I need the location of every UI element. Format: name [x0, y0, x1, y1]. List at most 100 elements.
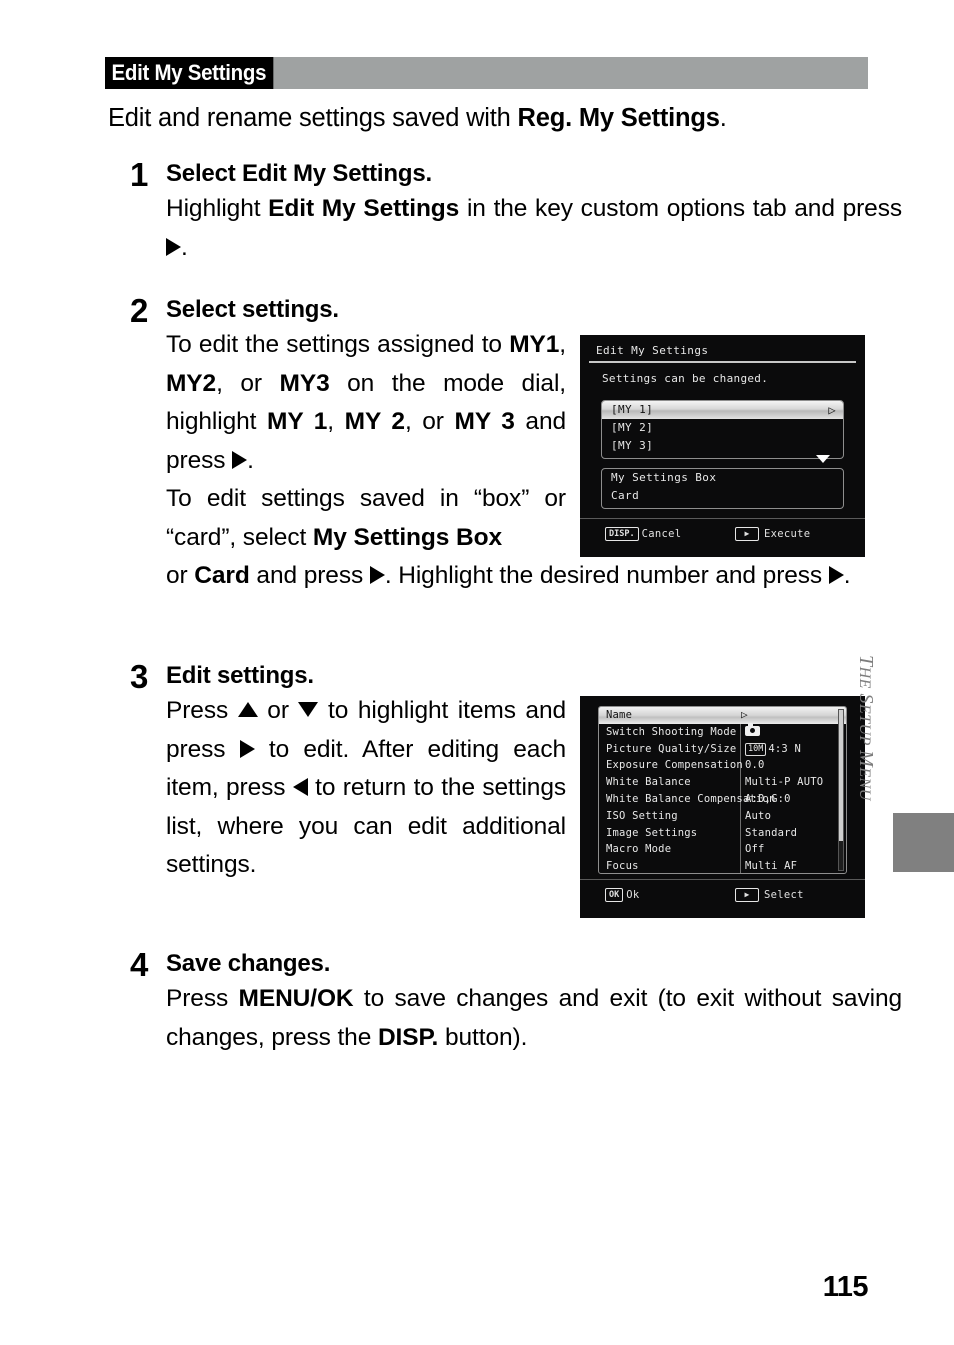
lcd1-my3-label: [MY 3]	[611, 439, 654, 452]
lcd2-row8-value: Off	[745, 843, 765, 856]
step-1-text: Highlight Edit My Settings in the key cu…	[166, 190, 902, 267]
lcd1-title-rule	[589, 361, 856, 363]
lcd2-row4-value: Multi-P AUTO	[745, 776, 824, 789]
step-1-text-c: in the key custom options tab and press	[459, 195, 902, 222]
lcd2-row5-value: A:0,G:0	[745, 792, 791, 805]
table-row[interactable]: Macro Mode Off	[599, 841, 846, 858]
disp-key-icon: DISP.	[605, 527, 639, 541]
lcd2-row1-label: Switch Shooting Mode	[606, 725, 737, 738]
lcd2-row4-label: White Balance	[606, 776, 691, 789]
step-1-text-d: .	[181, 233, 188, 261]
step-3-number: 3	[130, 658, 149, 695]
step-1-title: Select Edit My Settings.	[166, 158, 902, 190]
step-1-title-suffix: .	[425, 160, 432, 187]
side-tab-etup: ETUP	[856, 703, 873, 751]
lcd1-title: Edit My Settings	[596, 344, 709, 357]
intro-prefix: Edit and rename settings saved with	[108, 104, 518, 132]
s4-a: Press	[166, 985, 239, 1012]
lcd2-row2-value-text: 4:3 N	[768, 742, 801, 755]
table-row[interactable]: White Balance Multi-P AUTO	[599, 774, 846, 791]
list-item[interactable]: Card	[602, 487, 843, 505]
lcd1-execute-action[interactable]: ▶ Execute	[735, 527, 810, 541]
right-arrow-icon	[239, 739, 255, 758]
s2p2-c: or	[166, 562, 195, 589]
right-arrow-icon	[166, 237, 181, 256]
list-item[interactable]: [MY 3]	[602, 437, 843, 455]
table-row[interactable]: White Balance Compensation A:0,G:0	[599, 791, 846, 808]
scroll-down-caret-icon	[816, 455, 830, 463]
table-row[interactable]: Picture Quality/Size 10M 4:3 N	[599, 741, 846, 758]
lcd1-footer-rule	[580, 518, 865, 519]
lcd2-row3-label: Exposure Compensation	[606, 759, 743, 772]
step-2-paragraph-2-rest: or Card and press . Highlight the desire…	[166, 557, 902, 596]
step-4: 4 Save changes. Press MENU/OK to save ch…	[130, 948, 902, 1057]
camera-screen-settings-list: Name ▷ Switch Shooting Mode Picture Qual…	[580, 696, 865, 918]
up-arrow-icon	[237, 702, 258, 717]
lcd2-ok-label: Ok	[626, 889, 640, 901]
lcd1-my-list: [MY 1] ▷ [MY 2] [MY 3]	[601, 400, 844, 459]
step-1-number: 1	[130, 156, 149, 193]
table-row[interactable]: Exposure Compensation 0.0	[599, 757, 846, 774]
step-1-text-bold: Edit My Settings	[268, 195, 460, 222]
table-row[interactable]: ISO Setting Auto	[599, 808, 846, 825]
down-arrow-icon	[298, 702, 319, 717]
list-item[interactable]: My Settings Box	[602, 469, 843, 487]
vertical-scrollbar[interactable]	[838, 709, 844, 871]
side-tab-label: THE SETUP MENU	[854, 655, 877, 875]
s2p1-c: ,	[559, 331, 566, 358]
table-row[interactable]: Focus Multi AF	[599, 858, 846, 873]
list-item[interactable]: [MY 1] ▷	[602, 401, 843, 419]
scrollbar-thumb[interactable]	[839, 710, 843, 842]
lcd1-dest-card-label: Card	[611, 489, 640, 502]
lcd2-settings-table: Name ▷ Switch Shooting Mode Picture Qual…	[598, 706, 847, 874]
intro-bold: Reg. My Settings	[517, 104, 720, 132]
lcd2-select-action[interactable]: ▶ Select	[735, 888, 804, 902]
lcd1-message: Settings can be changed.	[602, 372, 769, 385]
chevron-right-icon: ▷	[828, 403, 836, 417]
side-tab-m: M	[855, 750, 877, 768]
step-2-title: Select settings.	[166, 296, 339, 323]
lcd1-cancel-action[interactable]: DISP. Cancel	[605, 527, 681, 541]
side-tab-marker	[893, 813, 954, 872]
page-number: 115	[822, 1271, 869, 1303]
play-key-icon: ▶	[735, 888, 759, 902]
lcd2-ok-action[interactable]: OK Ok	[605, 888, 640, 902]
step-4-number: 4	[130, 946, 149, 983]
lcd1-execute-label: Execute	[764, 528, 811, 540]
lcd2-row2-label: Picture Quality/Size	[606, 742, 737, 755]
camera-icon	[745, 723, 760, 736]
side-tab-s: S	[855, 693, 877, 704]
lcd1-dest-box-label: My Settings Box	[611, 471, 717, 484]
step-2-paragraph-1: To edit the settings assigned to MY1, MY…	[166, 326, 566, 480]
resolution-badge: 10M	[745, 742, 767, 756]
s4-disp: DISP.	[377, 1023, 439, 1051]
lcd1-my1-label: [MY 1]	[611, 403, 654, 416]
s3-a: Press	[166, 697, 238, 724]
step-1-title-prefix: Select	[166, 160, 242, 187]
lcd2-row9-label: Focus	[606, 860, 639, 873]
s2p1-my-1: MY 1	[267, 408, 328, 435]
step-1-title-bold: Edit My Settings	[241, 160, 426, 187]
lcd2-row7-label: Image Settings	[606, 826, 698, 839]
s2p1-my1: MY1	[509, 331, 560, 358]
camera-screen-edit-my-settings: Edit My Settings Settings can be changed…	[580, 335, 865, 557]
lcd2-row7-value: Standard	[745, 826, 798, 839]
lcd2-row3-value: 0.0	[745, 759, 765, 772]
lcd1-my2-label: [MY 2]	[611, 421, 654, 434]
side-tab-he: HE	[856, 666, 873, 694]
lcd2-row1-value	[745, 723, 760, 741]
table-row[interactable]: Switch Shooting Mode	[599, 723, 846, 741]
list-item[interactable]: [MY 2]	[602, 419, 843, 437]
s2p1-my-2: MY 2	[344, 408, 405, 435]
play-key-icon: ▶	[735, 527, 759, 541]
table-row[interactable]: Name ▷	[599, 707, 846, 724]
s2p2-my-settings-box: My Settings Box	[312, 523, 502, 551]
section-header-tag: Edit My Settings	[105, 57, 274, 89]
step-3-text: Press or to highlight items and press to…	[166, 692, 566, 885]
table-row[interactable]: Image Settings Standard	[599, 825, 846, 842]
s2p2-e: and press	[249, 562, 370, 589]
step-4-title: Save changes.	[166, 950, 331, 977]
lcd1-destination-list: My Settings Box Card	[601, 468, 844, 509]
lcd2-row0-label: Name	[606, 709, 633, 721]
lcd2-footer-rule	[580, 879, 865, 880]
